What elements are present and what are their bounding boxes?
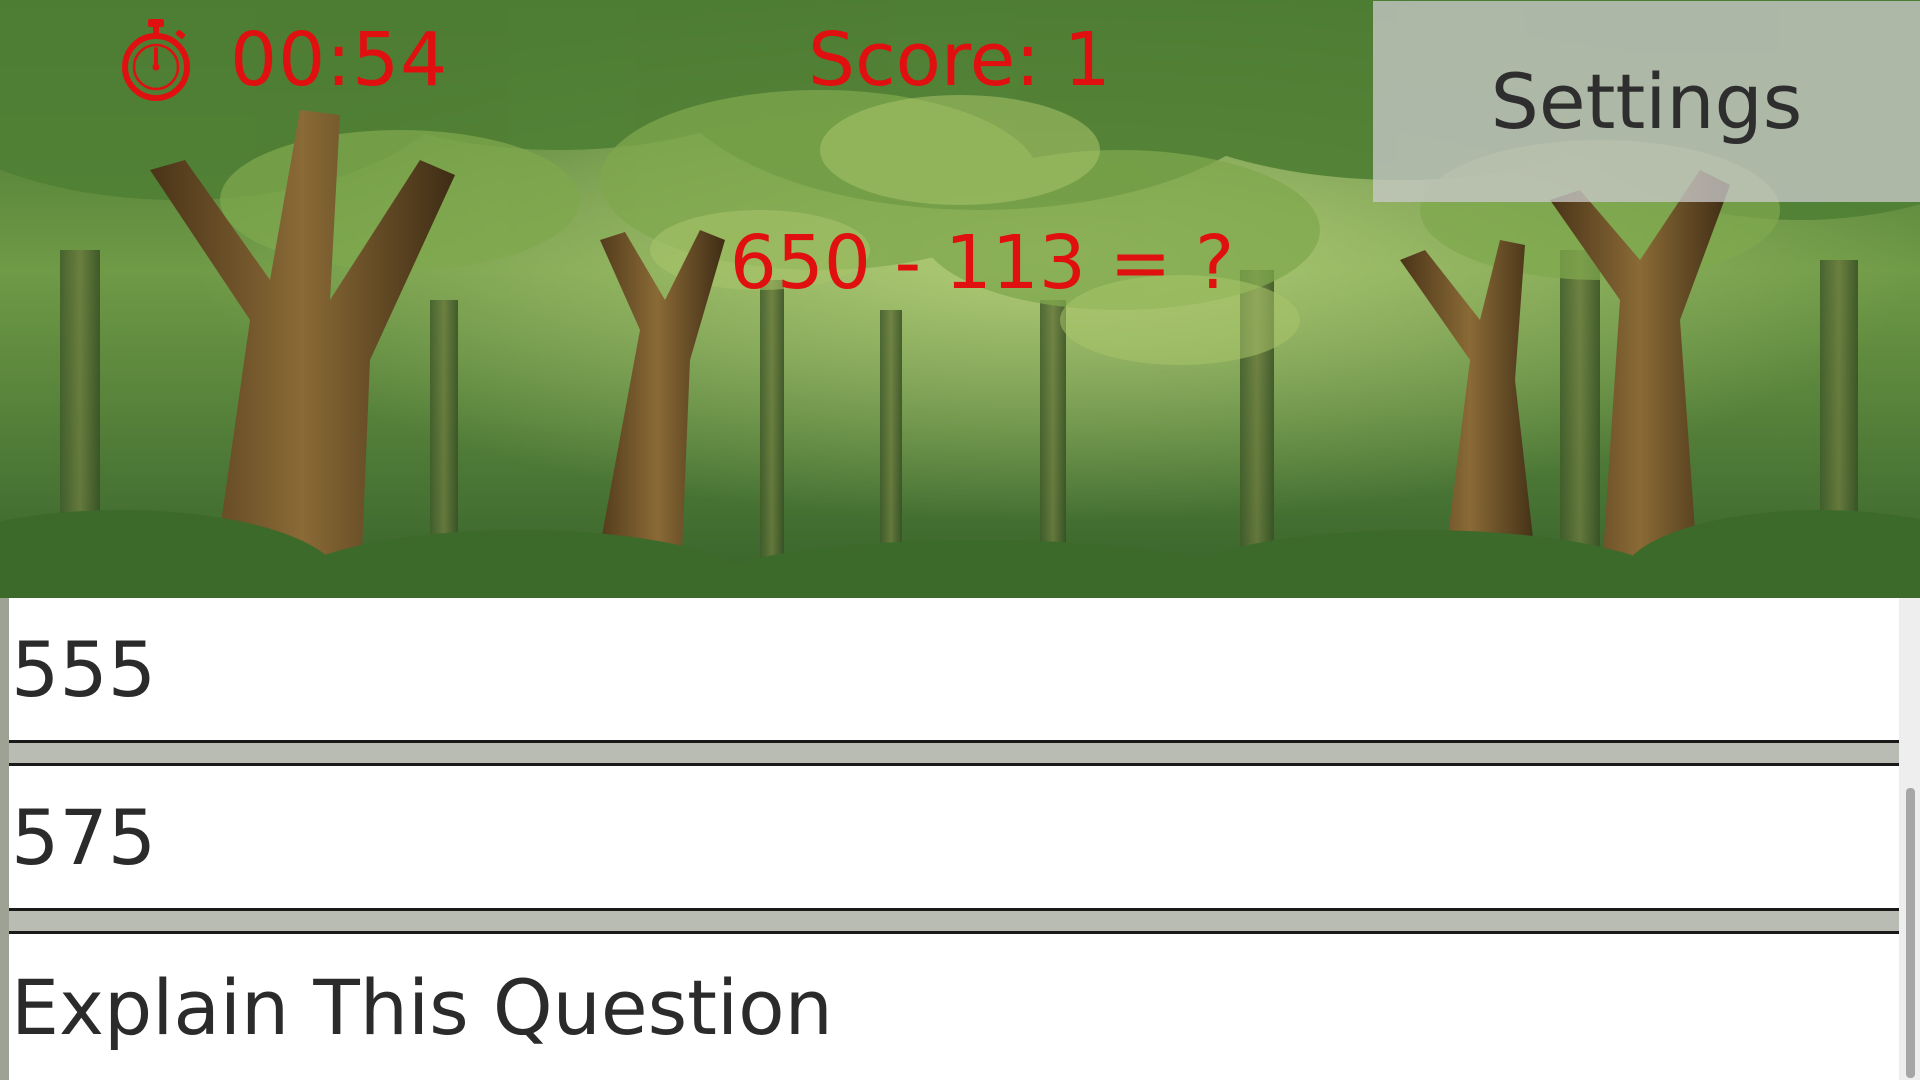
timer-value: 00:54 [230, 17, 449, 103]
explain-question-button[interactable]: Explain This Question [9, 931, 1899, 1080]
answer-option[interactable]: 575 [9, 763, 1899, 911]
settings-button[interactable]: Settings [1373, 1, 1920, 202]
game-screen: 00:54 Score: 1 Settings 650 - 113 = ? 55… [0, 0, 1920, 1080]
scrollbar[interactable] [1899, 598, 1920, 1080]
scrollbar-thumb[interactable] [1906, 788, 1915, 1078]
stopwatch-icon [122, 19, 190, 101]
score-display: Score: 1 [808, 17, 1111, 103]
answer-option[interactable]: 555 [9, 598, 1899, 743]
panel-edge [0, 598, 9, 1080]
question-text: 650 - 113 = ? [729, 220, 1235, 306]
timer: 00:54 [118, 14, 448, 106]
answers-panel: 555 575 Explain This Question [0, 598, 1920, 1080]
